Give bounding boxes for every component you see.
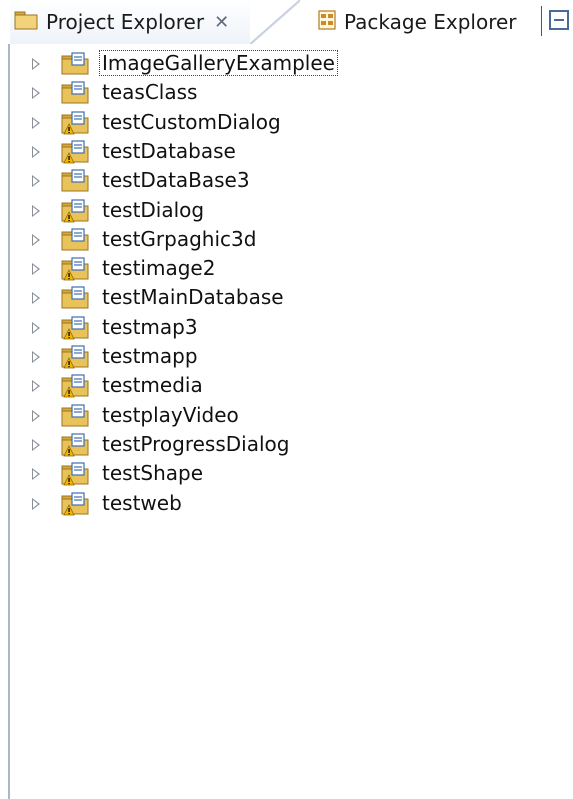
package-explorer-icon (316, 9, 338, 36)
project-label: testmedia (102, 373, 203, 398)
project-explorer-view: Project Explorer ✕ Package Explorer Imag… (0, 0, 573, 799)
project-tree-item[interactable]: testShape (0, 460, 573, 488)
minimize-view-icon[interactable] (549, 10, 569, 30)
expand-arrow-icon[interactable] (32, 116, 40, 129)
expand-arrow-icon[interactable] (32, 175, 40, 188)
project-tree-item[interactable]: testMainDatabase (0, 284, 573, 312)
expand-arrow-icon[interactable] (32, 263, 40, 276)
project-tree-item[interactable]: testDatabase (0, 138, 573, 166)
tab-package-explorer-label: Package Explorer (344, 10, 517, 34)
project-explorer-icon (14, 9, 40, 36)
project-label: testMainDatabase (102, 285, 284, 310)
project-tree-item[interactable]: testmedia (0, 372, 573, 400)
expand-arrow-icon[interactable] (32, 204, 40, 217)
project-label: testweb (102, 490, 182, 515)
project-label: testDatabase (102, 138, 236, 163)
project-folder-icon (58, 433, 92, 457)
project-tree-item[interactable]: testplayVideo (0, 402, 573, 430)
project-tree-item[interactable]: testDialog (0, 197, 573, 225)
project-tree-item[interactable]: ImageGalleryExamplee (0, 50, 573, 78)
project-folder-icon (58, 169, 92, 193)
project-folder-icon (58, 81, 92, 105)
project-tree-item[interactable]: testDataBase3 (0, 167, 573, 195)
tab-project-explorer[interactable]: Project Explorer ✕ (14, 8, 229, 36)
project-tree-item[interactable]: teasClass (0, 79, 573, 107)
project-folder-icon (58, 198, 92, 223)
project-folder-icon (58, 374, 92, 398)
tab-curve (250, 0, 300, 44)
expand-arrow-icon[interactable] (32, 468, 40, 481)
project-folder-icon (58, 462, 92, 486)
project-label: testmap3 (102, 314, 198, 339)
project-tree-item[interactable]: testweb (0, 490, 573, 518)
project-tree-item[interactable]: testimage2 (0, 255, 573, 283)
expand-arrow-icon[interactable] (32, 87, 40, 100)
project-folder-icon (58, 52, 92, 76)
project-label: testplayVideo (102, 402, 239, 427)
expand-arrow-icon[interactable] (32, 409, 40, 422)
expand-arrow-icon[interactable] (32, 145, 40, 158)
project-folder-icon (58, 316, 92, 340)
expand-arrow-icon[interactable] (32, 351, 40, 363)
project-tree-item[interactable]: testProgressDialog (0, 431, 573, 459)
close-icon[interactable]: ✕ (214, 12, 229, 33)
project-tree-item[interactable]: testmap3 (0, 314, 573, 342)
expand-arrow-icon[interactable] (32, 438, 40, 451)
project-label: testCustomDialog (102, 109, 281, 134)
project-tree-item[interactable]: testCustomDialog (0, 109, 573, 137)
expand-arrow-icon[interactable] (32, 497, 40, 510)
expand-arrow-icon[interactable] (32, 233, 40, 246)
tab-separator (541, 6, 542, 36)
project-folder-icon (58, 403, 92, 428)
project-folder-icon (58, 257, 92, 281)
expand-arrow-icon[interactable] (32, 58, 40, 70)
project-label: testProgressDialog (102, 431, 290, 456)
project-folder-icon (58, 491, 92, 516)
tab-project-explorer-label: Project Explorer (46, 10, 205, 34)
project-folder-icon (58, 228, 92, 252)
project-label: testDataBase3 (102, 168, 250, 193)
view-tab-bar: Project Explorer ✕ Package Explorer (0, 0, 573, 44)
project-label: teasClass (102, 80, 198, 105)
project-tree-item[interactable]: testGrpaghic3d (0, 226, 573, 254)
project-label: testmapp (102, 344, 198, 368)
project-folder-icon (58, 286, 92, 310)
project-folder-icon (58, 110, 92, 135)
expand-arrow-icon[interactable] (32, 380, 40, 393)
project-label: testDialog (102, 197, 205, 222)
project-label: testShape (102, 461, 204, 486)
project-label: testimage2 (102, 256, 216, 281)
project-label: ImageGalleryExamplee (99, 50, 338, 76)
project-folder-icon (58, 140, 92, 164)
expand-arrow-icon[interactable] (32, 292, 40, 305)
project-tree-item[interactable]: testmapp (0, 343, 573, 371)
tab-package-explorer[interactable]: Package Explorer (316, 8, 517, 36)
expand-arrow-icon[interactable] (32, 321, 40, 334)
project-label: testGrpaghic3d (102, 226, 257, 251)
project-folder-icon (58, 345, 92, 369)
